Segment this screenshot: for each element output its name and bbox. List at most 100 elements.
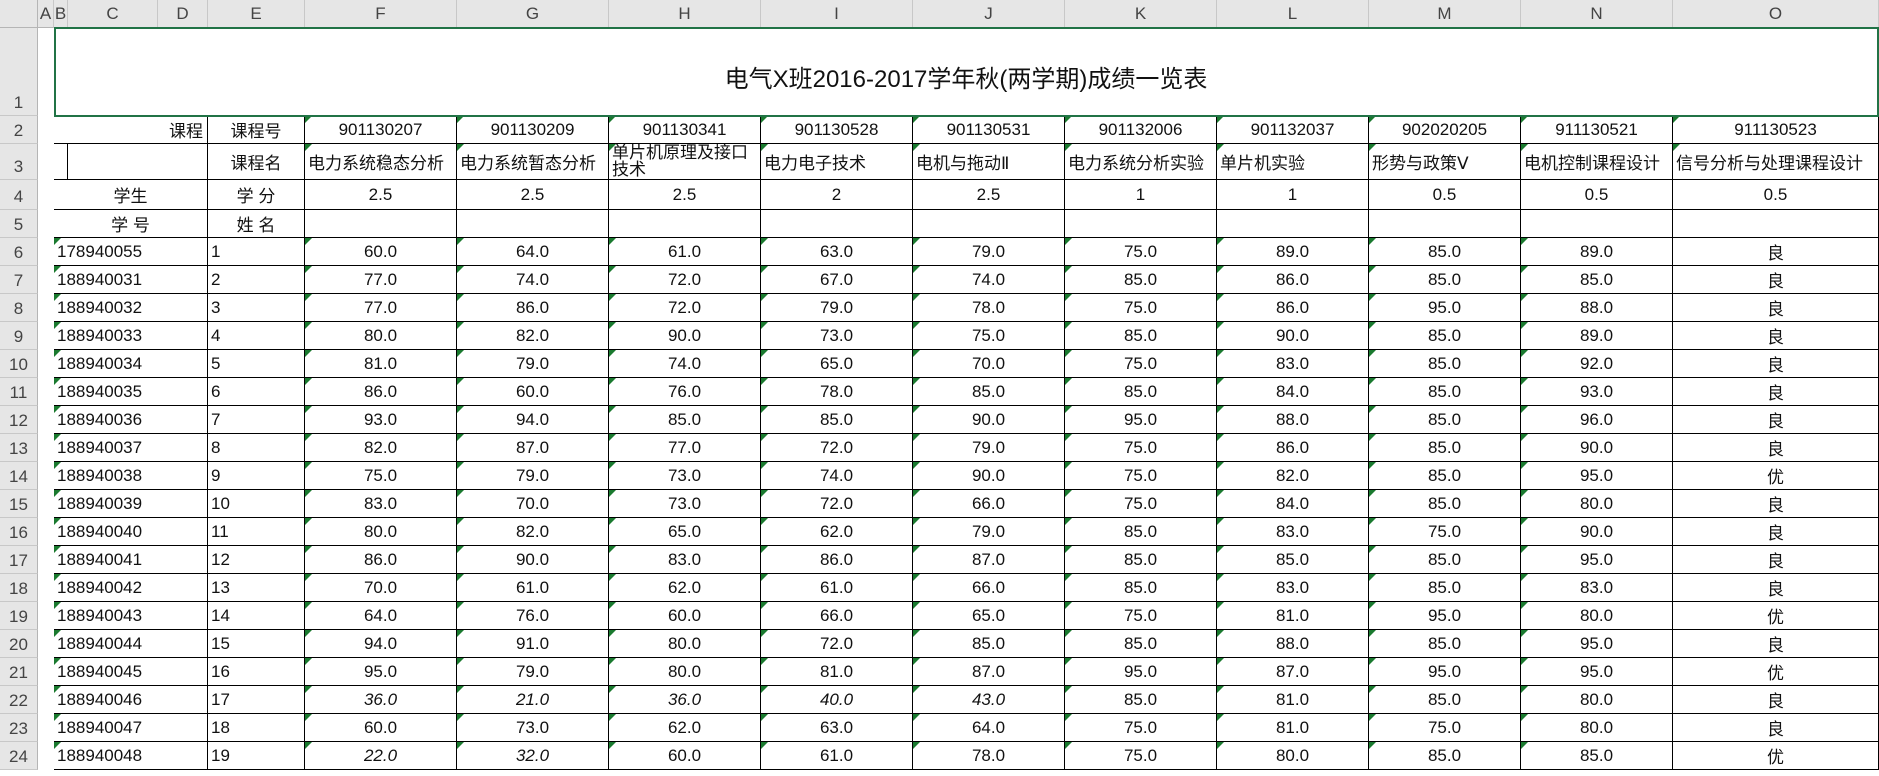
course-name-2[interactable]: 电力系统暂态分析 [457,144,609,180]
cell-a1[interactable] [38,28,54,116]
score-cell[interactable]: 36.0 [609,686,761,714]
score-cell[interactable]: 90.0 [1521,434,1673,462]
score-cell[interactable]: 82.0 [305,434,457,462]
cell-row5-1[interactable] [305,210,457,238]
cell-row5-10[interactable] [1673,210,1879,238]
score-cell[interactable]: 21.0 [457,686,609,714]
score-cell[interactable]: 70.0 [457,490,609,518]
score-cell[interactable]: 65.0 [913,602,1065,630]
score-cell[interactable]: 良 [1673,434,1879,462]
score-cell[interactable]: 良 [1673,294,1879,322]
student-id[interactable]: 188940031 [54,266,208,294]
cell-a9[interactable] [38,322,54,350]
score-cell[interactable]: 95.0 [1065,658,1217,686]
course-no-7[interactable]: 901132037 [1217,116,1369,144]
score-cell[interactable]: 75.0 [1065,714,1217,742]
score-cell[interactable]: 79.0 [761,294,913,322]
score-cell[interactable]: 85.0 [1217,546,1369,574]
student-id[interactable]: 188940041 [54,546,208,574]
row-header-4[interactable]: 4 [0,180,38,210]
score-cell[interactable]: 优 [1673,462,1879,490]
course-name-7[interactable]: 单片机实验 [1217,144,1369,180]
score-cell[interactable]: 85.0 [1369,434,1521,462]
score-cell[interactable]: 93.0 [1521,378,1673,406]
score-cell[interactable]: 85.0 [1369,462,1521,490]
score-cell[interactable]: 85.0 [1369,350,1521,378]
row-header-15[interactable]: 15 [0,490,38,518]
score-cell[interactable]: 94.0 [305,630,457,658]
select-all-corner[interactable] [0,0,38,28]
score-cell[interactable]: 72.0 [761,434,913,462]
score-cell[interactable]: 良 [1673,238,1879,266]
student-id[interactable]: 188940032 [54,294,208,322]
student-id[interactable]: 188940042 [54,574,208,602]
score-cell[interactable]: 80.0 [1521,686,1673,714]
cell-row5-6[interactable] [1065,210,1217,238]
score-cell[interactable]: 良 [1673,378,1879,406]
score-cell[interactable]: 85.0 [1369,406,1521,434]
cell-a18[interactable] [38,574,54,602]
score-cell[interactable]: 87.0 [913,546,1065,574]
score-cell[interactable]: 87.0 [1217,658,1369,686]
score-cell[interactable]: 75.0 [305,462,457,490]
row-header-14[interactable]: 14 [0,462,38,490]
row-header-6[interactable]: 6 [0,238,38,266]
row-header-23[interactable]: 23 [0,714,38,742]
score-cell[interactable]: 良 [1673,518,1879,546]
score-cell[interactable]: 64.0 [913,714,1065,742]
column-header-i[interactable]: I [761,0,913,28]
score-cell[interactable]: 95.0 [305,658,457,686]
student-id[interactable]: 188940033 [54,322,208,350]
score-cell[interactable]: 90.0 [913,406,1065,434]
score-cell[interactable]: 良 [1673,546,1879,574]
student-id[interactable]: 188940040 [54,518,208,546]
cell-row5-9[interactable] [1521,210,1673,238]
cell-a11[interactable] [38,378,54,406]
score-cell[interactable]: 80.0 [305,518,457,546]
student-id[interactable]: 188940039 [54,490,208,518]
score-cell[interactable]: 80.0 [1521,714,1673,742]
score-cell[interactable]: 64.0 [457,238,609,266]
cell-a14[interactable] [38,462,54,490]
score-cell[interactable]: 良 [1673,266,1879,294]
score-cell[interactable]: 86.0 [761,546,913,574]
score-cell[interactable]: 良 [1673,350,1879,378]
row-header-13[interactable]: 13 [0,434,38,462]
cell-a3[interactable] [38,144,54,180]
student-name[interactable]: 16 [208,658,305,686]
student-name[interactable]: 4 [208,322,305,350]
score-cell[interactable]: 95.0 [1065,406,1217,434]
column-header-o[interactable]: O [1673,0,1879,28]
score-cell[interactable]: 61.0 [761,742,913,770]
student-name[interactable]: 12 [208,546,305,574]
score-cell[interactable]: 95.0 [1369,602,1521,630]
cell-a20[interactable] [38,630,54,658]
cell-a7[interactable] [38,266,54,294]
student-id[interactable]: 188940044 [54,630,208,658]
student-name[interactable]: 18 [208,714,305,742]
label-student-no[interactable]: 学 号 [54,210,208,238]
score-cell[interactable]: 85.0 [1065,686,1217,714]
score-cell[interactable]: 85.0 [1369,686,1521,714]
score-cell[interactable]: 81.0 [1217,714,1369,742]
score-cell[interactable]: 74.0 [457,266,609,294]
score-cell[interactable]: 83.0 [609,546,761,574]
score-cell[interactable]: 74.0 [609,350,761,378]
score-cell[interactable]: 89.0 [1521,238,1673,266]
score-cell[interactable]: 79.0 [913,518,1065,546]
score-cell[interactable]: 40.0 [761,686,913,714]
score-cell[interactable]: 良 [1673,714,1879,742]
score-cell[interactable]: 75.0 [913,322,1065,350]
score-cell[interactable]: 82.0 [457,322,609,350]
student-name[interactable]: 13 [208,574,305,602]
course-credit-7[interactable]: 1 [1217,180,1369,210]
score-cell[interactable]: 87.0 [913,658,1065,686]
score-cell[interactable]: 81.0 [1217,602,1369,630]
score-cell[interactable]: 72.0 [609,294,761,322]
course-no-1[interactable]: 901130207 [305,116,457,144]
cell-a5[interactable] [38,210,54,238]
score-cell[interactable]: 优 [1673,742,1879,770]
score-cell[interactable]: 36.0 [305,686,457,714]
course-no-5[interactable]: 901130531 [913,116,1065,144]
score-cell[interactable]: 70.0 [305,574,457,602]
